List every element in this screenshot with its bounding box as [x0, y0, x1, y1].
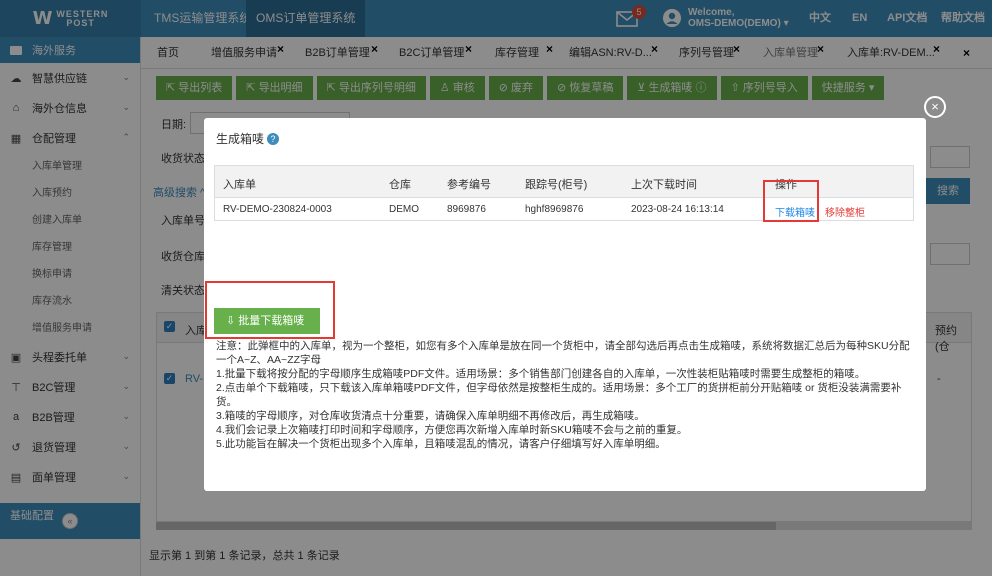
highlight-box-download	[763, 180, 819, 222]
cell-last-download: 2023-08-24 16:13:14	[631, 204, 724, 215]
cell-reference: 8969876	[447, 204, 486, 215]
remove-container-link[interactable]: 移除整柜	[825, 204, 865, 219]
help-icon[interactable]: ?	[267, 133, 280, 145]
col-tracking: 跟踪号(柜号)	[525, 179, 588, 191]
note-item: 5.此功能旨在解决一个货柜出现多个入库单，且箱唛混乱的情况，请客户仔细填写好入库…	[216, 438, 666, 450]
col-inbound: 入库单	[223, 179, 256, 191]
close-icon[interactable]: ×	[924, 96, 946, 118]
col-reference: 参考编号	[447, 179, 491, 191]
col-last-download: 上次下载时间	[631, 179, 697, 191]
highlight-box-batch	[205, 281, 335, 339]
note-item: 3.箱唛的字母顺序，对仓库收货清点十分重要，请确保入库单明细不再修改后，再生成箱…	[216, 410, 645, 422]
cell-tracking: hghf8969876	[525, 204, 584, 215]
note-item: 1.批量下载将按分配的字母顺序生成箱唛PDF文件。适用场景：多个销售部门创建各自…	[216, 368, 866, 380]
cell-warehouse: DEMO	[389, 204, 419, 215]
modal-notes: 注意：此弹框中的入库单，视为一个整柜，如您有多个入库单是放在同一个货柜中，请全部…	[216, 339, 916, 451]
cell-inbound: RV-DEMO-230824-0003	[223, 204, 332, 215]
col-warehouse: 仓库	[389, 179, 411, 191]
note-intro: 注意：此弹框中的入库单，视为一个整柜，如您有多个入库单是放在同一个货柜中，请全部…	[216, 340, 910, 366]
note-item: 4.我们会记录上次箱唛打印时间和字母顺序，方便您再次新增入库单时新SKU箱唛不会…	[216, 424, 688, 436]
note-item: 2.点击单个下载箱唛，只下载该入库单箱唛PDF文件，但字母依然是按整柜生成的。适…	[216, 382, 902, 408]
modal-title: 生成箱唛?	[216, 130, 280, 147]
